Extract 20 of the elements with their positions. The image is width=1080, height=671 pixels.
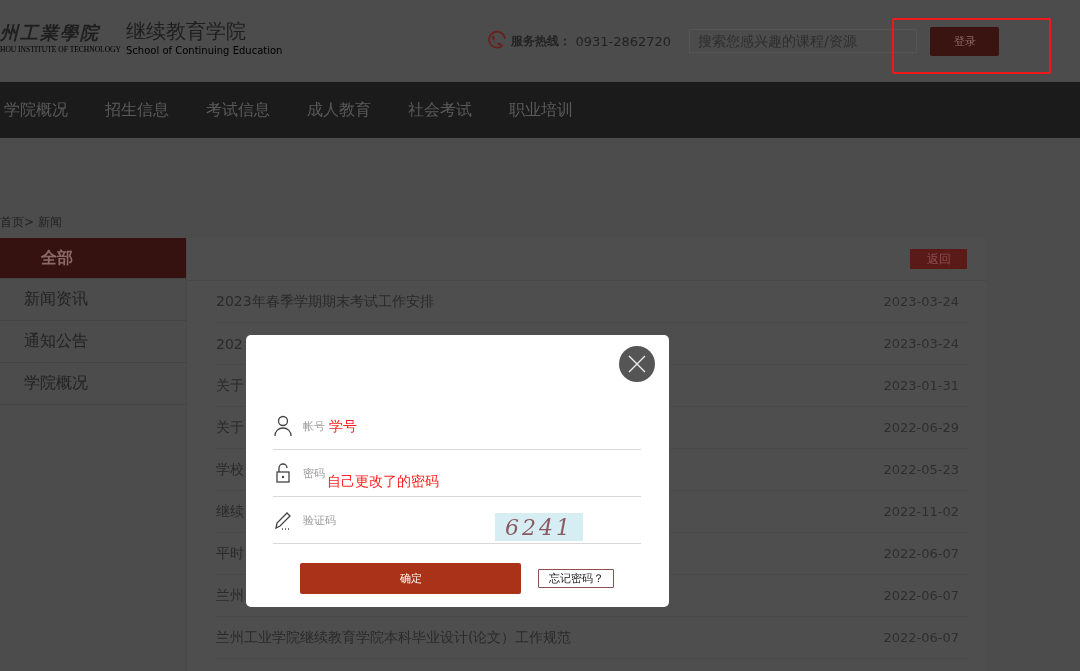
close-button[interactable] — [619, 346, 655, 382]
login-button[interactable]: 登录 — [930, 26, 1000, 56]
lock-icon — [273, 462, 293, 484]
nav-item[interactable]: 成人教育 — [307, 99, 371, 121]
input-field[interactable]: 验证码 6241 — [273, 497, 641, 544]
school-subtitle: School of Continuing Education — [126, 45, 283, 56]
nav-item[interactable]: 职业培训 — [509, 99, 573, 121]
nav-item[interactable]: 考试信息 — [206, 99, 270, 121]
annotation-text: 自己更改了的密码 — [327, 473, 439, 491]
user-icon — [273, 415, 293, 437]
close-icon — [627, 354, 647, 374]
input-field[interactable]: 帐号 学号 — [273, 403, 641, 450]
sidebar-item[interactable]: 全部 — [0, 238, 186, 279]
nav-item[interactable]: 招生信息 — [105, 99, 169, 121]
nav-item[interactable]: 学院概况 — [4, 99, 68, 121]
captcha-image[interactable]: 6241 — [495, 513, 583, 541]
nav-item[interactable]: 社会考试 — [408, 99, 472, 121]
forgot-password-button[interactable]: 忘记密码？ — [538, 569, 614, 588]
confirm-button[interactable]: 确定 — [300, 563, 521, 594]
annotation-text: 学号 — [329, 418, 357, 436]
